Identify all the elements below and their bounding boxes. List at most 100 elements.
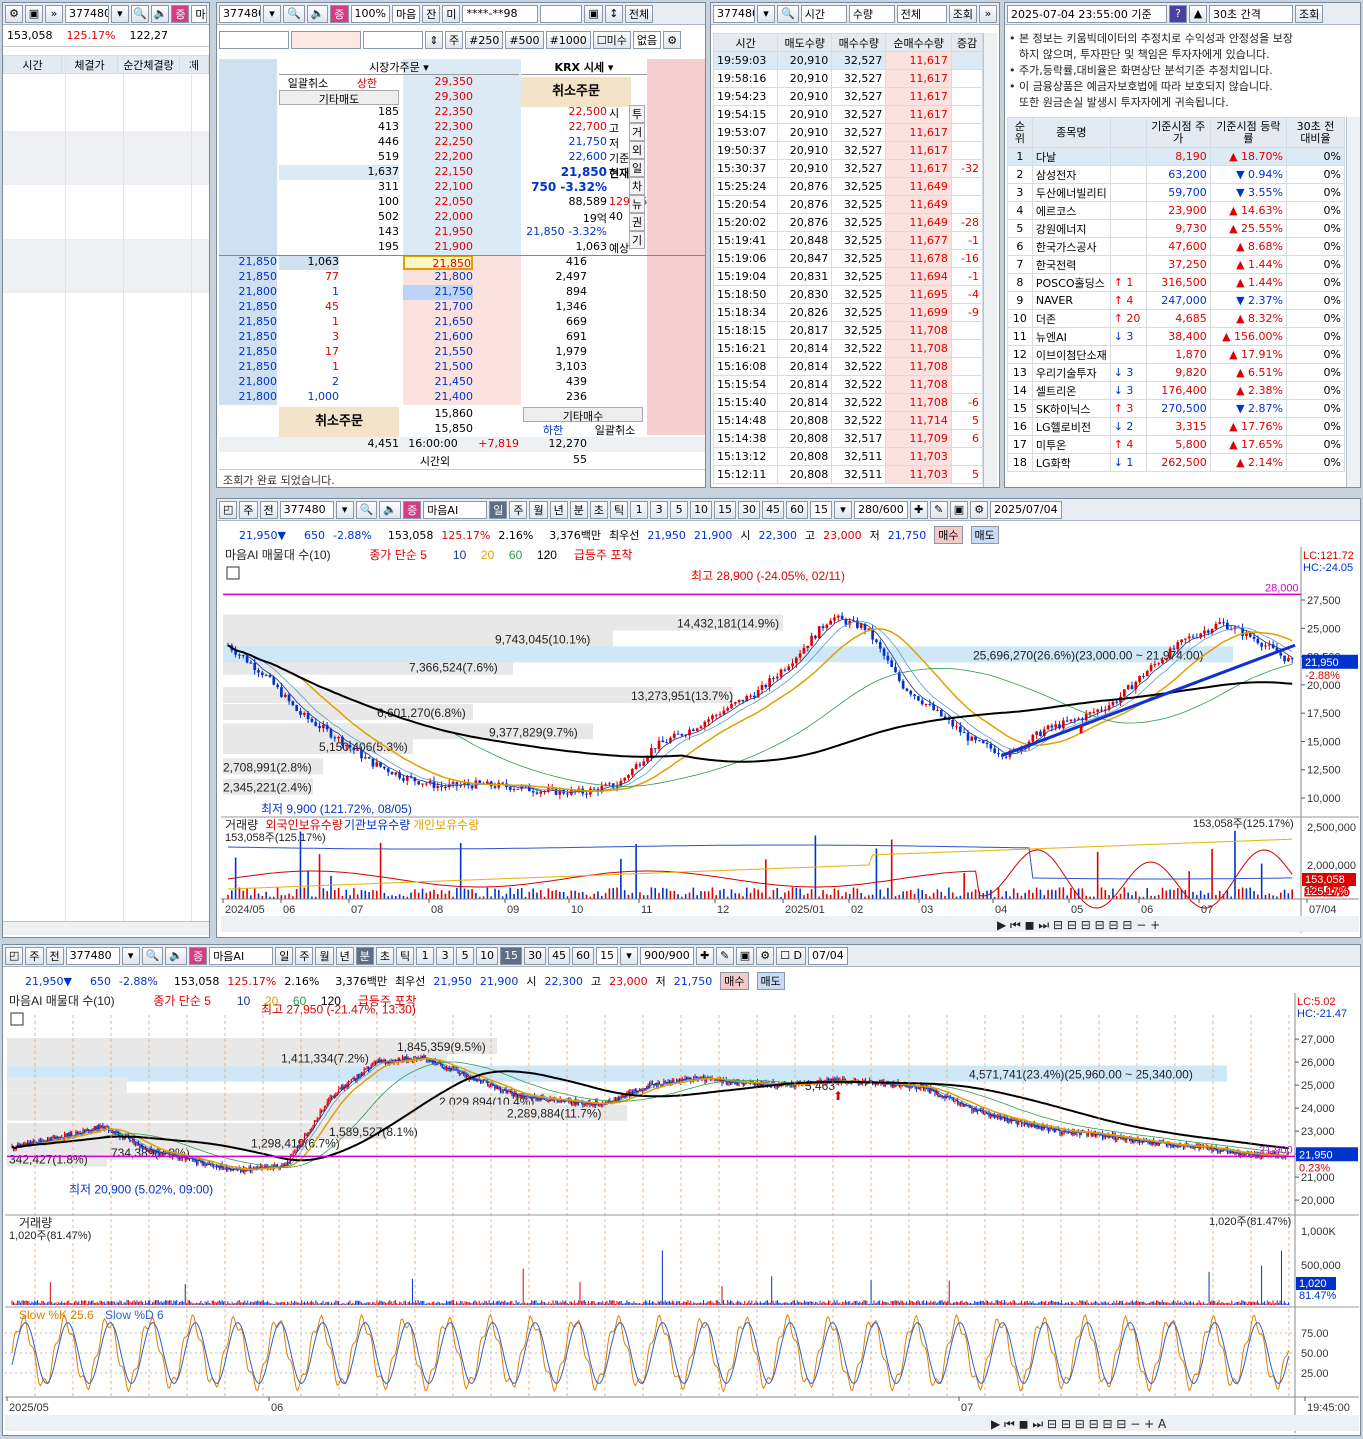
side-tab[interactable]: 투	[629, 105, 645, 123]
volume-legend-item[interactable]: 거래량	[225, 818, 258, 832]
ask-price[interactable]: 22,050	[403, 195, 474, 210]
legend-item[interactable]: 급등주 포착	[358, 994, 417, 1008]
speaker-icon[interactable]: 🔈	[165, 946, 188, 965]
krx-header[interactable]: KRX 시세 ▾	[521, 59, 647, 75]
tick-code-input[interactable]: 377480	[713, 4, 755, 23]
table-icon[interactable]	[10, 1012, 24, 1026]
cancel-all-bottom[interactable]: 일괄취소	[585, 422, 645, 437]
tick-col-header[interactable]: 시간	[712, 33, 779, 52]
rank-row[interactable]: 3 두산에너빌리티 59,700 ▼ 3.55% 0%	[1007, 183, 1345, 202]
all-select[interactable]: 전	[259, 500, 278, 519]
legend-item[interactable]: 10	[453, 548, 467, 562]
ask-price[interactable]: 22,200	[403, 150, 474, 165]
search-icon[interactable]: 🔍	[777, 4, 799, 23]
chart2-date[interactable]: 07/04	[808, 946, 848, 965]
rank-stock-name[interactable]: LG화학	[1031, 453, 1111, 472]
double-chevron-icon[interactable]: »	[45, 4, 63, 23]
filter-select[interactable]: 전체	[896, 4, 947, 23]
tick-row[interactable]: 15:15:40 20,814 32,522 11,708 -6	[712, 393, 984, 412]
draw-icon[interactable]: ✎	[929, 500, 948, 519]
legend-item[interactable]: 마음AI 매물대 수(10)	[225, 548, 331, 562]
crosshair-icon[interactable]: ✚	[695, 946, 714, 965]
bid-price[interactable]: 21,850	[403, 255, 473, 270]
gear-icon[interactable]: ⚙	[663, 31, 682, 49]
interval-3[interactable]: 3	[436, 946, 455, 965]
bid-price[interactable]: 21,750	[403, 285, 473, 300]
side-tab[interactable]: 차	[629, 177, 645, 195]
qty-250[interactable]: #250	[465, 31, 504, 49]
chart1-date[interactable]: 2025/07/04	[990, 500, 1062, 519]
ask-price[interactable]: 22,100	[403, 180, 474, 195]
period-day[interactable]: 일	[489, 500, 508, 519]
tick-row[interactable]: 15:16:08 20,814 32,522 11,708	[712, 357, 984, 376]
tick-row[interactable]: 15:20:54 20,876 32,525 11,649	[712, 195, 984, 214]
interval-45[interactable]: 45	[762, 500, 785, 519]
interval-select[interactable]: 15	[810, 500, 833, 519]
period-second[interactable]: 초	[375, 946, 394, 965]
chart1-svg[interactable]: 14,432,181(14.9%)9,743,045(10.1%)7,366,5…	[221, 547, 1359, 933]
dropdown-icon[interactable]: ▾	[620, 946, 639, 965]
interval-10[interactable]: 10	[690, 500, 713, 519]
volume-legend-item[interactable]: 기관보유수량	[344, 818, 410, 832]
credit-select[interactable]: 없음	[632, 31, 662, 49]
interval-60[interactable]: 60	[572, 946, 595, 965]
sell-button[interactable]: 매도	[970, 526, 999, 544]
bid-price[interactable]: 21,650	[403, 315, 474, 330]
dropdown-icon[interactable]: ▾	[757, 4, 775, 23]
rank-stock-name[interactable]: 삼성전자	[1031, 165, 1111, 184]
chart2-price-area[interactable]: 1,411,334(7.2%) 1,845,359(9.5%) 4,571,741(…	[5, 993, 1359, 1433]
rank-stock-name[interactable]: LG헬로비전	[1031, 417, 1111, 436]
ask-price[interactable]: 22,350	[403, 105, 474, 120]
rank-row[interactable]: 12 이브이첨단소재 1,870 ▲ 17.91% 0%	[1007, 345, 1345, 364]
bid-price[interactable]: 21,500	[403, 360, 474, 375]
legend-item[interactable]: 120	[537, 548, 557, 562]
tick-row[interactable]: 19:54:23 20,910 32,527 11,617	[712, 87, 984, 106]
stock-type-select[interactable]: 주	[25, 946, 44, 965]
period-year[interactable]: 년	[549, 500, 568, 519]
buy-button[interactable]: 매수	[720, 972, 749, 990]
volume-legend-item[interactable]: 외국인보유수량	[266, 818, 343, 832]
interval-1[interactable]: 1	[416, 946, 435, 965]
cancel-order-top[interactable]: 취소주문	[521, 77, 631, 107]
qty-500[interactable]: #500	[505, 31, 544, 49]
ask-price[interactable]: 22,300	[403, 120, 474, 135]
double-chevron-icon[interactable]: »	[978, 4, 997, 23]
interval-5[interactable]: 5	[456, 946, 475, 965]
interval-3[interactable]: 3	[650, 500, 669, 519]
volume-legend[interactable]: 거래량	[19, 1216, 52, 1230]
period-month[interactable]: 월	[529, 500, 548, 519]
legend-item[interactable]: 종가 단순 5	[153, 994, 211, 1008]
period-second[interactable]: 초	[589, 500, 608, 519]
sort-up-icon[interactable]: ▲	[1189, 4, 1207, 23]
period-year[interactable]: 년	[335, 946, 354, 965]
chart1-price-area[interactable]: 14,432,181(14.9%) 9,743,045(10.1%) 7,366,5…	[221, 547, 1359, 933]
rank-stock-name[interactable]: 다날	[1031, 147, 1111, 166]
bar-count[interactable]: 280/600	[854, 500, 908, 519]
other-buy[interactable]: 기타매수	[523, 407, 643, 423]
rank-stock-name[interactable]: 한국전력	[1031, 255, 1111, 274]
legend-item[interactable]: 마음AI 매물대 수(10)	[9, 994, 115, 1008]
tick-vscroll[interactable]	[983, 33, 997, 487]
tick-row[interactable]: 15:19:04 20,831 32,525 11,694 -1	[712, 267, 984, 286]
rank-row[interactable]: 7 한국전력 37,250 ▲ 1.44% 0%	[1007, 255, 1345, 274]
chart2-svg[interactable]: 1,411,334(7.2%)1,845,359(9.5%)4,571,741(…	[5, 993, 1359, 1433]
legend-item[interactable]: 10	[237, 994, 251, 1008]
crosshair-icon[interactable]: ✚	[909, 500, 928, 519]
tick-col-header[interactable]: 매수수량	[831, 33, 887, 52]
tick-row[interactable]: 15:14:48 20,808 32,522 11,714 5	[712, 411, 984, 430]
tick-col-header[interactable]: 순매수수량	[885, 33, 952, 52]
period-tick[interactable]: 틱	[609, 500, 629, 519]
dropdown-icon[interactable]: ▾	[335, 500, 354, 519]
legend-item[interactable]: 60	[509, 548, 523, 562]
rank-row[interactable]: 15 SK하이닉스 ↑ 3 270,500 ▼ 2.87% 0%	[1007, 399, 1345, 418]
qty-1000[interactable]: #1000	[545, 31, 591, 49]
all-button[interactable]: 전체	[624, 4, 654, 23]
gear-icon[interactable]: ⚙	[5, 4, 23, 23]
window-icon[interactable]: ◰	[5, 946, 24, 965]
rank-row[interactable]: 4 에르코스 23,900 ▲ 14.63% 0%	[1007, 201, 1345, 220]
rank-col-header[interactable]: 30초 전 대비율	[1286, 117, 1345, 148]
rank-vscroll[interactable]	[1346, 117, 1360, 487]
tick-row[interactable]: 19:59:03 20,910 32,527 11,617	[712, 51, 984, 70]
tick-row[interactable]: 15:13:12 20,808 32,511 11,703	[712, 447, 984, 466]
window-icon[interactable]: ◰	[219, 500, 238, 519]
